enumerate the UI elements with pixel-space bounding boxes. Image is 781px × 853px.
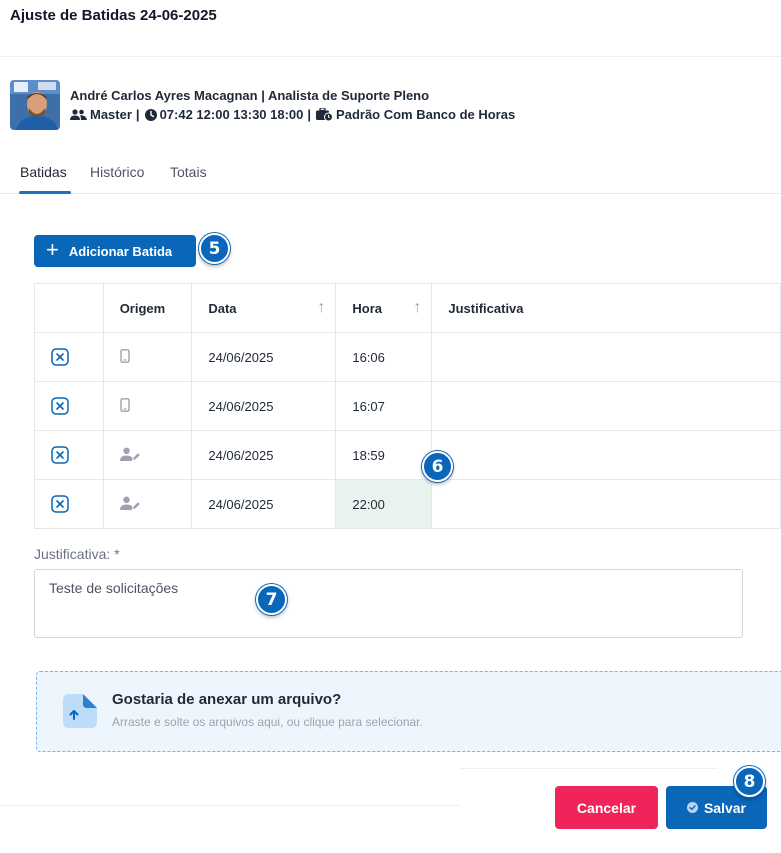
file-upload-icon — [63, 694, 97, 728]
table-row: 24/06/2025 22:00 — [34, 479, 781, 529]
sort-ascending-icon[interactable]: ↑ — [413, 299, 421, 317]
mobile-phone-icon — [119, 348, 130, 363]
row-actions-cell — [34, 381, 104, 431]
file-upload-dropzone[interactable]: Gostaria de anexar um arquivo? Arraste e… — [36, 671, 781, 752]
table-row: 24/06/2025 18:59 — [34, 430, 781, 480]
employee-hours-policy: Padrão Com Banco de Horas — [336, 107, 516, 122]
step-marker-8: 8 — [734, 766, 765, 797]
remove-icon[interactable] — [51, 495, 69, 513]
cancel-button[interactable]: Cancelar — [555, 786, 658, 829]
tab-bar: Batidas Histórico Totais — [0, 152, 781, 194]
date-cell[interactable]: 24/06/2025 — [191, 479, 337, 529]
mobile-phone-icon — [119, 397, 130, 412]
avatar — [10, 80, 60, 130]
users-icon — [70, 108, 87, 120]
row-actions-cell — [34, 332, 104, 382]
save-label: Salvar — [703, 799, 747, 816]
step-marker-7: 7 — [256, 584, 287, 615]
header-origin[interactable]: Origem — [102, 283, 193, 333]
upload-title: Gostaria de anexar um arquivo? — [112, 691, 342, 708]
employee-group: Master — [90, 107, 132, 122]
origin-cell — [102, 430, 193, 480]
footer-divider — [460, 768, 718, 769]
remove-icon[interactable] — [51, 348, 69, 366]
step-marker-5: 5 — [199, 233, 230, 264]
user-edit-icon — [119, 496, 140, 510]
sort-ascending-icon[interactable]: ↑ — [317, 299, 325, 317]
remove-icon[interactable] — [51, 446, 69, 464]
origin-cell — [102, 381, 193, 431]
employee-meta: Master | 07:42 12:00 13:30 18:00 | Padrã… — [70, 107, 515, 122]
date-cell[interactable]: 24/06/2025 — [191, 381, 337, 431]
meta-separator: | — [307, 107, 312, 122]
step-marker-6: 6 — [422, 451, 453, 482]
justification-textarea[interactable] — [34, 569, 743, 638]
tab-totais[interactable]: Totais — [170, 164, 207, 180]
justification-cell[interactable] — [431, 430, 781, 480]
justification-cell[interactable] — [431, 332, 781, 382]
user-edit-icon — [119, 447, 140, 461]
dialog-title: Ajuste de Batidas 24-06-2025 — [10, 7, 217, 24]
active-tab-indicator — [19, 191, 71, 194]
check-circle-icon — [686, 802, 698, 813]
table-header-row: Origem Data ↑ Hora ↑ Justificativa — [34, 283, 781, 333]
plus-icon: + — [46, 237, 59, 262]
origin-cell — [102, 332, 193, 382]
upload-subtitle: Arraste e solte os arquivos aqui, ou cli… — [112, 715, 423, 729]
table-row: 24/06/2025 16:07 — [34, 381, 781, 431]
employee-schedule: 07:42 12:00 13:30 18:00 — [159, 107, 304, 122]
header-date-label: Data — [208, 300, 237, 316]
justification-cell[interactable] — [431, 381, 781, 431]
header-justification[interactable]: Justificativa — [431, 283, 781, 333]
time-cell-selected[interactable]: 22:00 — [335, 479, 433, 529]
time-cell[interactable]: 16:06 — [335, 332, 433, 382]
header-divider — [0, 56, 781, 57]
add-punch-button[interactable]: + Adicionar Batida — [34, 235, 196, 267]
header-time[interactable]: Hora ↑ — [335, 283, 433, 333]
add-punch-label: Adicionar Batida — [68, 243, 173, 259]
time-cell[interactable]: 18:59 — [335, 430, 433, 480]
time-cell[interactable]: 16:07 — [335, 381, 433, 431]
justification-label: Justificativa: * — [34, 546, 120, 562]
header-time-label: Hora — [352, 300, 382, 316]
table-row: 24/06/2025 16:06 — [34, 332, 781, 382]
row-actions-cell — [34, 479, 104, 529]
justification-cell[interactable] — [431, 479, 781, 529]
header-date[interactable]: Data ↑ — [191, 283, 337, 333]
punches-table: Origem Data ↑ Hora ↑ Justificativa 24/06/2… — [34, 283, 781, 529]
origin-cell — [102, 479, 193, 529]
briefcase-clock-icon — [316, 108, 334, 121]
employee-name-role: André Carlos Ayres Macagnan | Analista d… — [70, 88, 430, 103]
footer-divider — [0, 805, 460, 806]
tab-batidas[interactable]: Batidas — [20, 164, 67, 180]
date-cell[interactable]: 24/06/2025 — [191, 430, 337, 480]
row-actions-cell — [34, 430, 104, 480]
clock-icon — [144, 108, 157, 121]
header-actions — [34, 283, 104, 333]
remove-icon[interactable] — [51, 397, 69, 415]
date-cell[interactable]: 24/06/2025 — [191, 332, 337, 382]
meta-separator: | — [135, 107, 140, 122]
tab-historico[interactable]: Histórico — [90, 164, 144, 180]
